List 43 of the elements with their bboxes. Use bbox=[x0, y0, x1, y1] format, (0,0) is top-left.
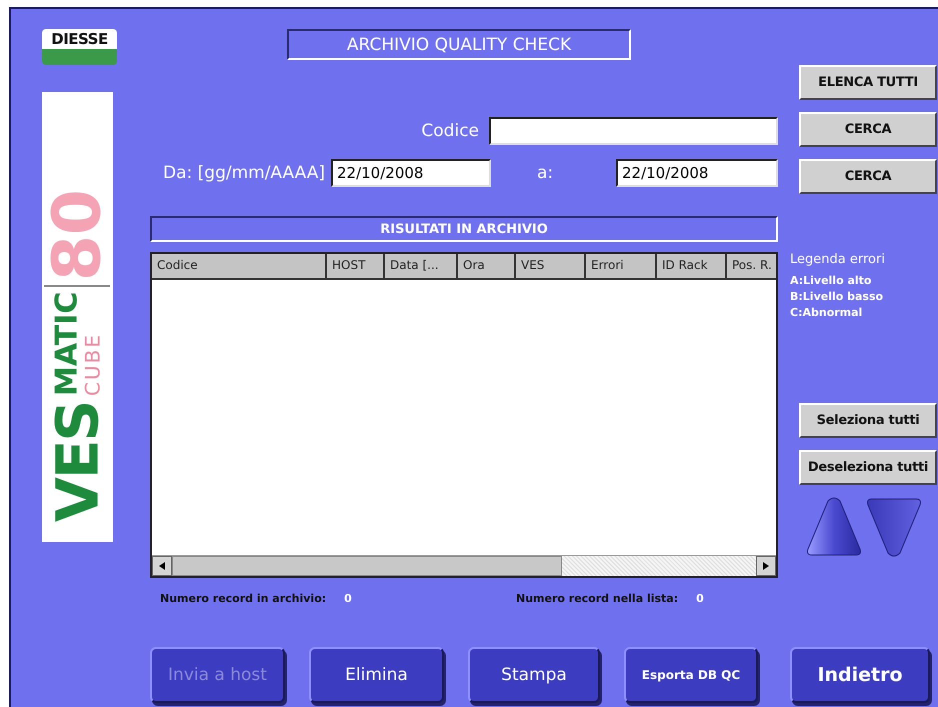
screen-title: ARCHIVIO QUALITY CHECK bbox=[287, 29, 631, 60]
date-field[interactable]: 22/10/2008 bbox=[616, 159, 778, 187]
results-header: RISULTATI IN ARCHIVIO bbox=[150, 216, 778, 242]
down-arrow-icon[interactable] bbox=[866, 497, 922, 557]
column-header[interactable]: Data [... bbox=[385, 254, 458, 278]
legend-title: Legenda errori bbox=[790, 252, 886, 267]
column-header[interactable]: Ora bbox=[458, 254, 516, 278]
logo-text: CUBE bbox=[82, 332, 102, 396]
scroll-left-icon[interactable] bbox=[152, 556, 172, 576]
logo-text: 80 bbox=[44, 189, 110, 288]
column-header[interactable]: Pos. R. bbox=[727, 254, 776, 278]
horizontal-scrollbar[interactable] bbox=[152, 555, 776, 576]
count-label: Numero record in archivio: bbox=[160, 592, 326, 605]
action-button[interactable]: Esporta DB QC bbox=[624, 647, 758, 703]
legend-item: B:Livello basso bbox=[790, 289, 884, 305]
column-header[interactable]: ID Rack bbox=[657, 254, 727, 278]
date-field[interactable]: 22/10/2008 bbox=[331, 159, 491, 187]
selection-button[interactable]: Seleziona tutti bbox=[799, 403, 937, 438]
action-button[interactable]: CERCA bbox=[799, 159, 937, 194]
up-arrow-icon[interactable] bbox=[806, 497, 862, 557]
field-label: a: bbox=[537, 163, 554, 183]
code-field[interactable] bbox=[489, 117, 778, 145]
action-button[interactable]: CERCA bbox=[799, 112, 937, 147]
logo-text: VES bbox=[48, 402, 106, 522]
action-button[interactable]: Elimina bbox=[309, 647, 444, 703]
action-button[interactable]: ELENCA TUTTI bbox=[799, 65, 937, 100]
count-value: 0 bbox=[344, 592, 352, 605]
selection-button[interactable]: Deseleziona tutti bbox=[799, 450, 937, 485]
logo-text: MATIC bbox=[52, 291, 82, 396]
action-button[interactable]: Indietro bbox=[790, 647, 930, 703]
count-label: Numero record nella lista: bbox=[516, 592, 678, 605]
field-label: Da: [gg/mm/AAAA] bbox=[163, 163, 325, 183]
field-label: Codice bbox=[421, 121, 479, 141]
action-button[interactable]: Stampa bbox=[468, 647, 600, 703]
legend-item: A:Livello alto bbox=[790, 273, 872, 289]
column-header[interactable]: VES bbox=[516, 254, 586, 278]
count-value: 0 bbox=[696, 592, 704, 605]
legend-item: C:Abnormal bbox=[790, 305, 864, 321]
brand-name: DIESSE bbox=[42, 29, 117, 49]
column-header[interactable]: Codice bbox=[152, 254, 327, 278]
scroll-right-icon[interactable] bbox=[756, 556, 776, 576]
column-header[interactable]: Errori bbox=[586, 254, 657, 278]
column-header[interactable]: HOST bbox=[327, 254, 385, 278]
